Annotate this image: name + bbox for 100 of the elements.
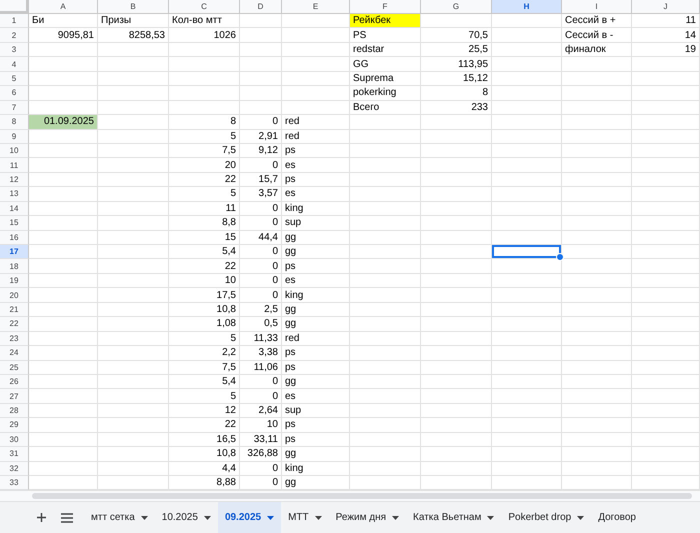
row-header[interactable]: 6 — [0, 86, 29, 101]
row-header[interactable]: 9 — [0, 130, 29, 144]
table-cell-text: 0 — [271, 245, 279, 258]
table-cell-text: 326,88 — [246, 447, 279, 461]
table-cell-text: 8 — [481, 86, 489, 100]
row-header[interactable]: 7 — [0, 100, 29, 116]
sheet-tab[interactable]: МТТ — [281, 502, 329, 533]
row-header[interactable]: 27 — [0, 389, 29, 404]
sheet-tab[interactable]: мтт сетка — [84, 502, 155, 533]
column-header[interactable]: G — [421, 0, 492, 14]
selected-cell[interactable] — [492, 245, 561, 258]
table-cell-text: redstar — [352, 43, 386, 56]
table-cell-text: 22 — [224, 173, 237, 186]
table-cell-text: es — [284, 274, 297, 288]
column-header[interactable]: H — [492, 0, 562, 14]
row-header[interactable]: 33 — [0, 476, 29, 490]
row-header[interactable]: 24 — [0, 346, 29, 360]
table-cell-text: 12 — [224, 404, 237, 418]
table-cell-text: king — [284, 288, 304, 302]
column-header[interactable]: I — [562, 0, 632, 14]
row-header[interactable]: 18 — [0, 259, 29, 274]
table-cell-text: red — [284, 332, 300, 346]
row-header[interactable]: 13 — [0, 187, 29, 202]
sheet-tab[interactable]: Договор — [591, 502, 643, 533]
row-header[interactable]: 10 — [0, 144, 29, 158]
table-cell-text: gg — [284, 375, 298, 388]
row-header[interactable]: 30 — [0, 432, 29, 448]
row-header[interactable]: 22 — [0, 317, 29, 332]
column-header[interactable]: A — [29, 0, 98, 14]
table-cell-text: 1026 — [212, 28, 237, 42]
horizontal-scrollbar[interactable] — [32, 493, 692, 500]
table-cell-text: Сессий в + — [564, 14, 617, 28]
table-cell-text: PS — [352, 28, 368, 42]
table-cell-text: GG — [352, 58, 370, 71]
table-cell-text: Сессий в - — [564, 28, 614, 42]
sheet-tab[interactable]: Катка Вьетнам — [406, 502, 502, 533]
column-header[interactable]: B — [98, 0, 169, 14]
table-cell-text: 25,5 — [468, 43, 489, 56]
row-header[interactable]: 21 — [0, 302, 29, 318]
row-header[interactable]: 31 — [0, 447, 29, 462]
row-header[interactable]: 15 — [0, 216, 29, 231]
row-header[interactable]: 25 — [0, 360, 29, 375]
table-cell-text: 20 — [224, 158, 237, 172]
row-header[interactable]: 14 — [0, 202, 29, 216]
row-header[interactable]: 2 — [0, 28, 29, 43]
table-cell-text: 8,88 — [216, 476, 237, 490]
table-cell-text: 14 — [684, 28, 697, 42]
table-cell-text: 5 — [229, 130, 237, 143]
sheet-tab[interactable]: Режим дня — [328, 502, 406, 533]
table-cell-text: Призы — [100, 14, 132, 28]
column-header[interactable]: J — [632, 0, 700, 14]
row-header[interactable]: 28 — [0, 404, 29, 418]
table-cell-text: 3,38 — [258, 346, 279, 360]
table-cell-text: 0 — [271, 158, 279, 172]
table-cell-text: ps — [284, 260, 297, 273]
table-cell-text: 0 — [271, 202, 279, 216]
table-cell-text: king — [284, 202, 304, 216]
table-cell-text: 11 — [224, 202, 237, 216]
row-header[interactable]: 5 — [0, 72, 29, 86]
table-cell-text: Би — [31, 14, 46, 28]
sheet-tab[interactable]: 09.2025 — [218, 502, 282, 533]
table-cell-text: 11 — [684, 14, 697, 28]
table-cell-text: 2,91 — [258, 130, 279, 143]
fill-handle[interactable] — [556, 253, 564, 262]
table-cell-text: red — [284, 115, 300, 128]
row-header[interactable]: 29 — [0, 418, 29, 433]
sheet-tab[interactable]: 10.2025 — [154, 502, 218, 533]
table-cell-text: ps — [284, 144, 297, 158]
row-header[interactable]: 20 — [0, 288, 29, 303]
table-cell-text: king — [284, 462, 304, 475]
table-cell-text: gg — [284, 476, 298, 490]
table-cell-text: 2,64 — [258, 404, 279, 418]
row-header[interactable]: 11 — [0, 158, 29, 173]
row-header[interactable]: 4 — [0, 57, 29, 72]
column-header[interactable]: E — [282, 0, 350, 14]
table-cell-text: ps — [284, 173, 297, 186]
row-header[interactable]: 26 — [0, 374, 29, 390]
table-cell-text: 5 — [229, 390, 237, 403]
table-cell-text: 2,2 — [221, 346, 237, 360]
table-cell-text: Кол-во мтт — [171, 14, 223, 28]
row-header[interactable]: 19 — [0, 274, 29, 288]
row-header[interactable]: 1 — [0, 14, 29, 28]
row-header[interactable]: 3 — [0, 42, 29, 58]
table-cell-text: 4,4 — [221, 462, 237, 475]
sheet-tab[interactable]: Pokerbet drop — [501, 502, 592, 533]
row-header[interactable]: 32 — [0, 462, 29, 476]
row-header[interactable]: 17 — [0, 245, 29, 260]
table-cell-text: 8258,53 — [128, 28, 166, 42]
row-header[interactable]: 23 — [0, 332, 29, 346]
table-cell-text: 33,11 — [252, 432, 279, 446]
table-cell-text: 19 — [684, 43, 697, 56]
row-header[interactable]: 12 — [0, 172, 29, 188]
column-header[interactable]: D — [240, 0, 282, 14]
table-cell-text: gg — [284, 230, 298, 244]
row-header[interactable]: 16 — [0, 230, 29, 245]
column-header[interactable]: C — [169, 0, 240, 14]
table-cell-text: 15,12 — [462, 72, 489, 86]
column-header[interactable]: F — [350, 0, 421, 14]
row-header[interactable]: 8 — [0, 115, 29, 130]
table-cell-text: 0 — [271, 390, 279, 403]
